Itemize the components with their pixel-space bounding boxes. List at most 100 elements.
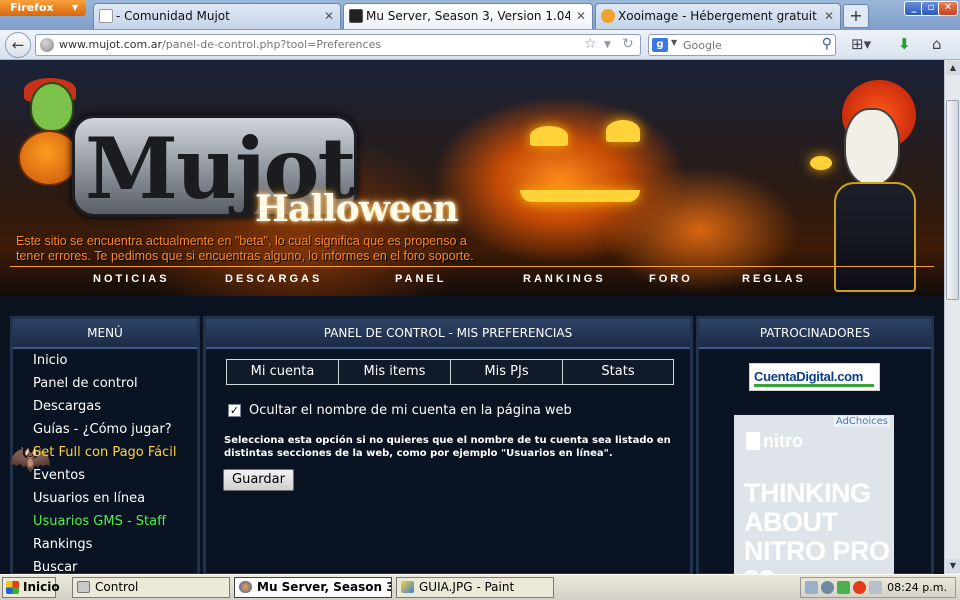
xooimage-favicon-icon (601, 9, 615, 23)
taskbar-item-paint[interactable]: GUIA.JPG - Paint (396, 577, 554, 598)
close-icon[interactable]: ✕ (324, 4, 334, 28)
globe-icon (40, 38, 54, 52)
windows-taskbar: Inicio Control Mu Server, Season 3, ... … (0, 574, 960, 600)
clock: 08:24 p.m. (887, 581, 947, 594)
sponsor-logo-text: CuentaDigital.com (754, 369, 864, 384)
bookmark-star-icon[interactable]: ☆ (584, 36, 597, 52)
pumpkin-eye-decor (606, 120, 640, 142)
close-icon[interactable]: ✕ (824, 4, 834, 28)
url-path: /panel-de-control.php?tool=Preferences (162, 38, 382, 51)
download-icon[interactable]: ⬇ (898, 35, 911, 53)
witch-mascot-image (18, 78, 80, 192)
nav-panel[interactable]: PANEL (395, 273, 446, 285)
home-icon[interactable]: ⌂ (932, 35, 942, 53)
volume-icon[interactable] (821, 581, 834, 594)
site-navigation: NOTICIAS DESCARGAS PANEL RANKINGS FORO R… (10, 266, 934, 293)
plus-icon: + (849, 6, 863, 25)
menu-item-buscar[interactable]: Buscar (33, 556, 177, 574)
menu-list: Inicio Panel de control Descargas Guías … (33, 349, 177, 574)
start-label: Inicio (23, 580, 60, 594)
reload-icon[interactable]: ↻ (622, 36, 634, 52)
task-label: Control (95, 580, 139, 594)
menu-item-eventos[interactable]: Eventos (33, 464, 177, 487)
chevron-down-icon[interactable]: ▼ (671, 38, 677, 47)
page-scrollbar[interactable]: ▲ ▼ (944, 60, 960, 574)
menu-item-panel-de-control[interactable]: Panel de control (33, 372, 177, 395)
firefox-menu-button[interactable]: Firefox ▼ (0, 0, 86, 16)
tab-mis-items[interactable]: Mis items (339, 360, 451, 384)
beta-notice: Este sitio se encuentra actualmente en "… (16, 234, 474, 263)
google-icon[interactable]: g (652, 38, 668, 52)
chevron-down-icon: ▼ (71, 3, 78, 12)
navigation-toolbar: ← www.mujot.com.ar/panel-de-control.php?… (0, 30, 960, 60)
pumpkin-eye-decor (530, 126, 568, 146)
alert-icon[interactable] (853, 581, 866, 594)
nav-rankings[interactable]: RANKINGS (523, 273, 606, 285)
scroll-thumb[interactable] (946, 100, 959, 300)
halloween-title: Halloween (255, 188, 459, 230)
nitro-advertisement[interactable]: AdChoices nitro THINKING ABOUT NITRO PRO… (734, 415, 894, 574)
menu-item-guias[interactable]: Guías - ¿Cómo jugar? (33, 418, 177, 441)
tab-mi-cuenta[interactable]: Mi cuenta (227, 360, 339, 384)
scroll-up-icon[interactable]: ▲ (946, 61, 960, 75)
hockey-mask-mascot-image (828, 80, 924, 292)
taskbar-item-control[interactable]: Control (72, 577, 230, 598)
nav-descargas[interactable]: DESCARGAS (225, 273, 322, 285)
taskbar-item-firefox[interactable]: Mu Server, Season 3, ... (234, 577, 392, 598)
sponsors-panel: PATROCINADORES CuentaDigital.com AdChoic… (696, 316, 934, 574)
save-button[interactable]: Guardar (223, 469, 294, 491)
hide-name-label[interactable]: Ocultar el nombre de mi cuenta en la pág… (249, 403, 572, 418)
back-button[interactable]: ← (5, 32, 31, 58)
window-icon (77, 581, 90, 593)
tab-title: Xooimage - Hébergement gratuit d'images (618, 9, 818, 23)
firefox-icon (239, 581, 252, 593)
close-window-button[interactable]: ✕ (938, 1, 958, 16)
url-text[interactable]: www.mujot.com.ar/panel-de-control.php?to… (59, 38, 381, 51)
menu-item-descargas[interactable]: Descargas (33, 395, 177, 418)
tab-stats[interactable]: Stats (563, 360, 673, 384)
firefox-menu-label: Firefox (10, 1, 54, 14)
menu-item-inicio[interactable]: Inicio (33, 349, 177, 372)
panel-title: PANEL DE CONTROL - MIS PREFERENCIAS (206, 319, 690, 349)
hide-name-checkbox[interactable]: ✓ (228, 404, 241, 417)
adchoices-label[interactable]: AdChoices (833, 416, 890, 427)
history-dropdown-icon[interactable]: ▼ (604, 40, 611, 50)
web-page: Mujot Halloween Este sitio se encuentra … (0, 60, 944, 574)
antivirus-icon[interactable] (837, 581, 850, 594)
url-domain: www.mujot.com.ar (59, 38, 163, 51)
close-icon[interactable]: ✕ (576, 4, 586, 28)
bookmarks-menu-icon[interactable]: ⊞▾ (851, 35, 871, 53)
tab-mu-server[interactable]: Mu Server, Season 3, Version 1.04 - Ser.… (343, 3, 593, 29)
tab-comunidad-mujot[interactable]: - Comunidad Mujot ✕ (93, 3, 341, 29)
panel-tabs: Mi cuenta Mis items Mis PJs Stats (226, 359, 674, 385)
task-label: GUIA.JPG - Paint (419, 580, 515, 594)
sponsors-title: PATROCINADORES (699, 319, 931, 349)
nitro-logo-icon (746, 432, 760, 450)
nitro-logo: nitro (746, 431, 803, 452)
nav-noticias[interactable]: NOTICIAS (93, 273, 170, 285)
address-bar[interactable]: www.mujot.com.ar/panel-de-control.php?to… (35, 34, 641, 56)
tab-mis-pjs[interactable]: Mis PJs (451, 360, 563, 384)
menu-item-rankings[interactable]: Rankings (33, 533, 177, 556)
search-input[interactable] (683, 37, 813, 53)
paint-icon (401, 581, 414, 593)
menu-item-set-full[interactable]: Set Full con Pago Fácil (33, 441, 177, 464)
tab-xooimage[interactable]: Xooimage - Hébergement gratuit d'images … (595, 3, 841, 29)
network-icon[interactable] (805, 581, 818, 594)
start-button[interactable]: Inicio (2, 577, 60, 598)
search-bar[interactable]: g ▼ ⚲ (648, 34, 836, 56)
search-icon[interactable]: ⚲ (822, 36, 832, 52)
new-tab-button[interactable]: + (843, 4, 869, 28)
cuentadigital-sponsor-logo[interactable]: CuentaDigital.com (749, 363, 880, 391)
scroll-down-icon[interactable]: ▼ (946, 559, 960, 573)
menu-item-usuarios-en-linea[interactable]: Usuarios en línea (33, 487, 177, 510)
browser-tab-strip: Firefox ▼ - Comunidad Mujot ✕ Mu Server,… (0, 0, 960, 30)
menu-item-usuarios-gms[interactable]: Usuarios GMS - Staff (33, 510, 177, 533)
nav-foro[interactable]: FORO (649, 273, 693, 285)
option-help-text: Selecciona esta opción si no quieres que… (224, 435, 671, 459)
ad-headline: THINKING ABOUT NITRO PRO 8? (744, 478, 890, 575)
sponsor-logo-underline (754, 384, 874, 387)
printer-icon[interactable] (869, 581, 882, 594)
mujot-favicon-icon (349, 9, 363, 23)
nav-reglas[interactable]: REGLAS (742, 273, 806, 285)
